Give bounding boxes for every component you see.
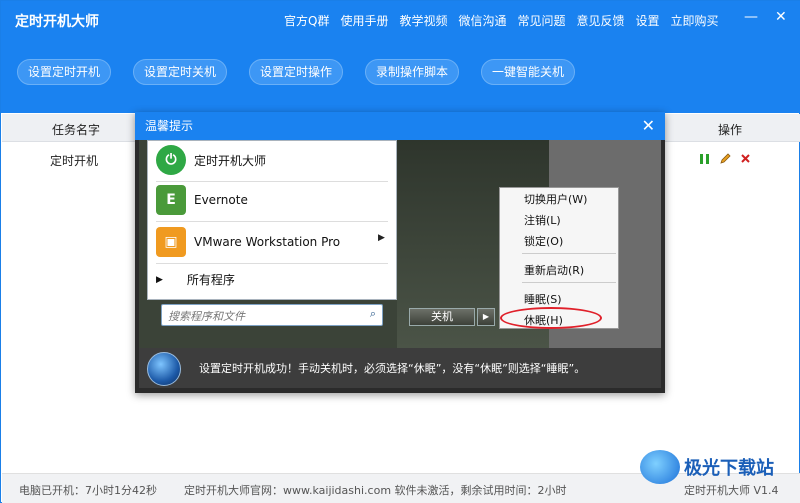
watermark-logo-icon	[640, 450, 680, 484]
vmware-icon: ▣	[156, 227, 186, 257]
restart-item[interactable]: 重新启动(R)	[524, 262, 584, 278]
title-bar: 定时开机大师 官方Q群 使用手册 教学视频 微信沟通 常见问题 意见反馈 设置 …	[1, 1, 800, 113]
action-bar: 设置定时开机 设置定时关机 设置定时操作 录制操作脚本 一键智能关机	[17, 59, 597, 85]
nav-settings[interactable]: 设置	[636, 12, 660, 29]
task-name-header: 任务名字	[52, 123, 101, 137]
windows-orb-icon	[147, 352, 181, 386]
program-item[interactable]: E Evernote	[156, 185, 248, 215]
set-boot-button[interactable]: 设置定时开机	[17, 59, 111, 85]
shutdown-arrow-button[interactable]: ▶	[477, 308, 495, 326]
nav-manual[interactable]: 使用手册	[340, 12, 388, 29]
pause-icon[interactable]	[699, 153, 711, 168]
version-text: 定时开机大师 V1.4	[684, 484, 779, 497]
shutdown-button[interactable]: 关机	[409, 308, 475, 326]
lock-item[interactable]: 锁定(O)	[524, 233, 563, 249]
dialog-close-button[interactable]: ✕	[642, 112, 655, 140]
site-text: 定时开机大师官网：www.kaijidashi.com 软件未激活，剩余试用时间…	[184, 484, 567, 497]
dialog-title: 温馨提示	[145, 119, 194, 133]
minimize-button[interactable]: —	[744, 9, 758, 25]
evernote-icon: E	[156, 185, 186, 215]
all-programs-item[interactable]: ▶ 所有程序	[156, 271, 235, 288]
row-operations	[699, 152, 751, 168]
nav-faq[interactable]: 常见问题	[518, 12, 566, 29]
tip-dialog: 温馨提示 ✕ ⏻ 定时开机大师 E Evernote ▣ VMware Work…	[135, 112, 665, 393]
message-bar: 设置定时开机成功！手动关机时，必须选择“休眠”，没有“休眠”则选择“睡眠”。	[139, 348, 661, 388]
power-icon: ⏻	[156, 145, 186, 175]
top-nav: 官方Q群 使用手册 教学视频 微信沟通 常见问题 意见反馈 设置 立即购买	[284, 12, 719, 29]
dialog-title-bar: 温馨提示 ✕	[135, 112, 665, 140]
divider	[156, 263, 388, 264]
nav-video[interactable]: 教学视频	[399, 12, 447, 29]
sleep-item[interactable]: 睡眠(S)	[524, 291, 562, 307]
program-item[interactable]: ⏻ 定时开机大师	[156, 145, 266, 175]
smart-shutdown-button[interactable]: 一键智能关机	[481, 59, 575, 85]
start-menu-screenshot: ⏻ 定时开机大师 E Evernote ▣ VMware Workstation…	[139, 140, 661, 348]
program-label: 定时开机大师	[194, 153, 267, 168]
record-script-button[interactable]: 录制操作脚本	[365, 59, 459, 85]
switch-user-item[interactable]: 切换用户(W)	[524, 191, 587, 207]
search-placeholder: 搜索程序和文件	[168, 310, 245, 323]
close-button[interactable]: ✕	[775, 9, 787, 25]
submenu-arrow-icon: ▶	[378, 233, 385, 243]
set-shutdown-button[interactable]: 设置定时关机	[133, 59, 227, 85]
power-context-menu: 切换用户(W) 注销(L) 锁定(O) 重新启动(R) 睡眠(S) 休眠(H)	[499, 187, 619, 329]
edit-icon[interactable]	[719, 152, 732, 168]
shutdown-control: 关机 ▶	[409, 308, 497, 326]
nav-feedback[interactable]: 意见反馈	[577, 12, 625, 29]
start-menu-programs: ⏻ 定时开机大师 E Evernote ▣ VMware Workstation…	[147, 140, 397, 300]
watermark-text: 极光下载站	[684, 458, 774, 479]
message-text: 设置定时开机成功！手动关机时，必须选择“休眠”，没有“休眠”则选择“睡眠”。	[199, 362, 586, 375]
divider	[156, 181, 388, 182]
program-item[interactable]: ▣ VMware Workstation Pro	[156, 227, 340, 257]
logoff-item[interactable]: 注销(L)	[524, 212, 561, 228]
watermark: 极光下载站	[640, 450, 774, 484]
task-name: 定时开机	[50, 154, 99, 168]
divider	[522, 282, 616, 283]
program-label: VMware Workstation Pro	[194, 235, 341, 249]
nav-wechat[interactable]: 微信沟通	[458, 12, 506, 29]
delete-icon[interactable]	[740, 153, 751, 167]
program-label: Evernote	[194, 193, 248, 207]
highlight-ring	[500, 307, 602, 329]
app-title: 定时开机大师	[15, 14, 99, 30]
nav-buy[interactable]: 立即购买	[671, 12, 719, 29]
divider	[522, 253, 616, 254]
arrow-right-icon: ▶	[156, 274, 163, 285]
search-input[interactable]: 搜索程序和文件 ⌕	[161, 304, 383, 326]
all-programs-label: 所有程序	[186, 273, 235, 287]
search-icon: ⌕	[369, 307, 376, 320]
nav-qq-group[interactable]: 官方Q群	[284, 12, 329, 29]
operation-header: 操作	[718, 123, 743, 137]
uptime-text: 电脑已开机：7小时1分42秒	[19, 484, 157, 497]
divider	[156, 221, 388, 222]
set-operation-button[interactable]: 设置定时操作	[249, 59, 343, 85]
